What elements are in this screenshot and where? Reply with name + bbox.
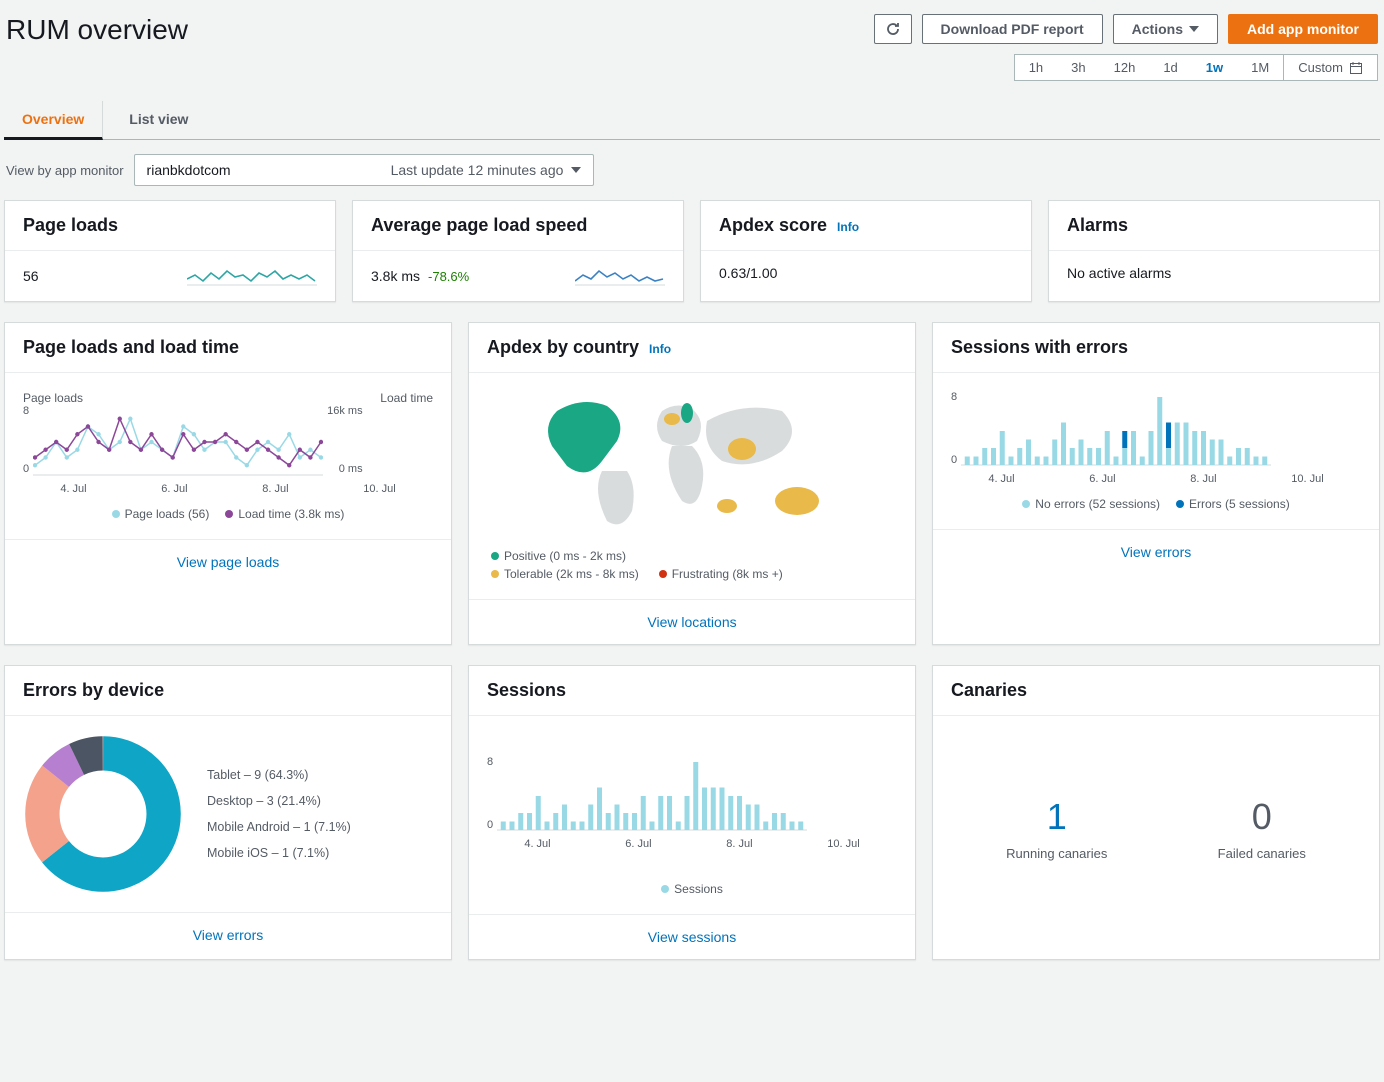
card-sessions: Sessions 8 0 4. Jul 6. Jul 8. Jul 10. Ju…	[468, 665, 916, 960]
card-title: Sessions	[469, 666, 915, 716]
card-title: Canaries	[933, 666, 1379, 716]
last-updated: Last update 12 minutes ago	[391, 162, 564, 178]
view-sessions-link[interactable]: View sessions	[648, 929, 736, 945]
range-12h[interactable]: 12h	[1100, 55, 1150, 80]
actions-label: Actions	[1132, 21, 1183, 37]
download-pdf-button[interactable]: Download PDF report	[922, 14, 1103, 44]
refresh-icon	[885, 21, 901, 37]
line-chart	[33, 405, 323, 481]
actions-button[interactable]: Actions	[1113, 14, 1218, 44]
kpi-title: Alarms	[1049, 201, 1379, 251]
time-range-selector[interactable]: 1h 3h 12h 1d 1w 1M Custom	[1014, 54, 1378, 81]
view-page-loads-link[interactable]: View page loads	[177, 554, 279, 570]
chevron-down-icon	[1189, 26, 1199, 32]
card-title: Page loads and load time	[5, 323, 451, 373]
card-apdex-country: Apdex by country Info Positive (0 ms - 2…	[468, 322, 916, 645]
sparkline-chart	[575, 265, 665, 287]
kpi-value: 3.8k ms	[371, 268, 420, 284]
sparkline-chart	[187, 265, 317, 287]
failed-canaries-label: Failed canaries	[1218, 846, 1306, 861]
card-canaries: Canaries 1 Running canaries 0 Failed can…	[932, 665, 1380, 960]
info-link[interactable]: Info	[837, 220, 859, 234]
running-canaries-count: 1	[1006, 796, 1107, 838]
card-title: Errors by device	[5, 666, 451, 716]
axis-label: Load time	[380, 391, 433, 405]
kpi-value: 0.63/1.00	[719, 265, 777, 281]
view-errors-link[interactable]: View errors	[193, 927, 264, 943]
kpi-title: Page loads	[5, 201, 335, 251]
range-1d[interactable]: 1d	[1149, 55, 1191, 80]
tabs: Overview List view	[4, 101, 1380, 140]
kpi-delta: -78.6%	[428, 269, 469, 284]
kpi-alarms: Alarms No active alarms	[1048, 200, 1380, 302]
donut-legend: Tablet – 9 (64.3%) Desktop – 3 (21.4%) M…	[201, 768, 351, 860]
view-locations-link[interactable]: View locations	[647, 614, 736, 630]
kpi-avg-speed: Average page load speed 3.8k ms -78.6%	[352, 200, 684, 302]
card-title: Sessions with errors	[933, 323, 1379, 373]
range-custom[interactable]: Custom	[1283, 55, 1377, 80]
chevron-down-icon	[571, 167, 581, 173]
filter-label: View by app monitor	[6, 163, 124, 178]
refresh-button[interactable]	[874, 14, 912, 44]
kpi-value: No active alarms	[1067, 265, 1171, 281]
range-1w[interactable]: 1w	[1192, 55, 1237, 80]
view-errors-link[interactable]: View errors	[1121, 544, 1192, 560]
tab-list-view[interactable]: List view	[111, 101, 206, 139]
card-errors-device: Errors by device Tablet – 9 (64.3%) Desk…	[4, 665, 452, 960]
calendar-icon	[1349, 61, 1363, 75]
kpi-page-loads: Page loads 56	[4, 200, 336, 302]
range-3h[interactable]: 3h	[1057, 55, 1099, 80]
kpi-title: Average page load speed	[353, 201, 683, 251]
card-sessions-errors: Sessions with errors 8 0 4. Jul 6. Jul 8…	[932, 322, 1380, 645]
page-title: RUM overview	[6, 14, 188, 46]
monitor-name: rianbkdotcom	[147, 162, 231, 178]
range-1h[interactable]: 1h	[1015, 55, 1057, 80]
kpi-title: Apdex score	[719, 215, 827, 236]
tab-overview[interactable]: Overview	[4, 101, 103, 140]
world-map	[532, 391, 852, 541]
kpi-value: 56	[23, 268, 39, 284]
running-canaries-label: Running canaries	[1006, 846, 1107, 861]
card-page-loads-load-time: Page loads and load time Page loads Load…	[4, 322, 452, 645]
bar-chart	[497, 756, 807, 836]
kpi-apdex: Apdex score Info 0.63/1.00	[700, 200, 1032, 302]
add-app-monitor-button[interactable]: Add app monitor	[1228, 14, 1378, 44]
app-monitor-select[interactable]: rianbkdotcom Last update 12 minutes ago	[134, 154, 595, 186]
donut-chart	[23, 734, 183, 894]
card-title: Apdex by country	[487, 337, 639, 358]
bar-chart	[961, 391, 1271, 471]
failed-canaries-count: 0	[1218, 796, 1306, 838]
range-1M[interactable]: 1M	[1237, 55, 1283, 80]
info-link[interactable]: Info	[649, 342, 671, 356]
axis-label: Page loads	[23, 391, 83, 405]
